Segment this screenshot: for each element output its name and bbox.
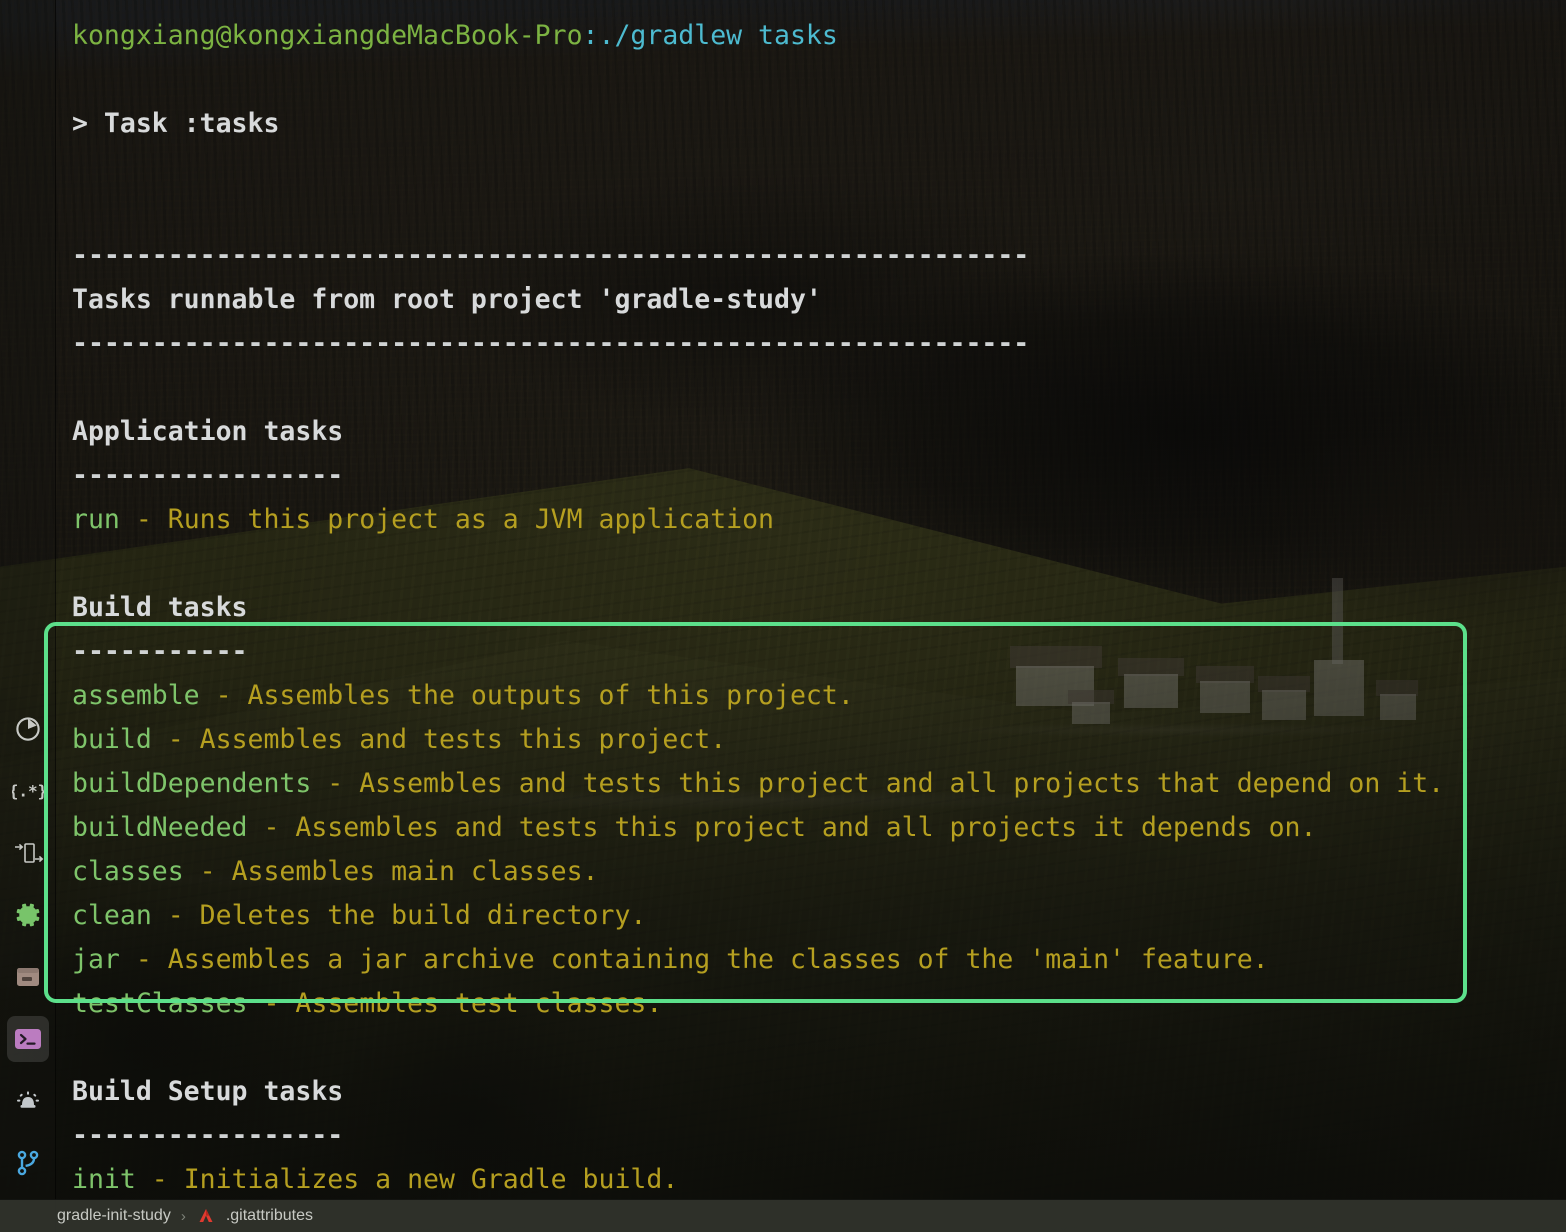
sidebar-item-regex[interactable]: {.*} — [7, 768, 49, 814]
task-name: assemble — [72, 680, 200, 711]
sidebar-item-terminal[interactable] — [6, 1016, 49, 1062]
task-separator: - — [119, 944, 168, 975]
task-separator: - — [311, 768, 360, 799]
task-line[interactable]: run - Runs this project as a JVM applica… — [72, 498, 1566, 542]
task-line[interactable]: buildDependents - Assembles and tests th… — [72, 762, 1566, 806]
section-heading-text: Build tasks — [72, 592, 248, 623]
task-header-line: > Task :tasks — [72, 102, 1566, 146]
task-description: Assembles test classes. — [295, 988, 663, 1019]
package-box-icon — [13, 963, 43, 991]
section-rule-text: ----------- — [72, 636, 248, 667]
sidebar-item-version-control[interactable] — [7, 1140, 49, 1186]
sidebar-item-profiler[interactable] — [7, 706, 49, 752]
idea-module-icon — [196, 1208, 216, 1225]
status-bar: gradle-init-study › .gitattributes — [0, 1199, 1566, 1232]
prompt-line: kongxiang@kongxiangdeMacBook-Pro:./gradl… — [72, 14, 1566, 58]
task-line[interactable]: buildNeeded - Assembles and tests this p… — [72, 806, 1566, 850]
rule-bottom: ----------------------------------------… — [72, 322, 1566, 366]
task-separator: - — [119, 504, 168, 535]
task-name: clean — [72, 900, 152, 931]
task-line[interactable]: build - Assembles and tests this project… — [72, 718, 1566, 762]
task-separator: - — [183, 856, 232, 887]
section-heading: Build Setup tasks — [72, 1070, 1566, 1114]
task-name: testClasses — [72, 988, 248, 1019]
task-line[interactable]: clean - Deletes the build directory. — [72, 894, 1566, 938]
ide-window: {.*} — [0, 0, 1566, 1232]
section-rule: ----------- — [72, 630, 1566, 674]
terminal-output[interactable]: kongxiang@kongxiangdeMacBook-Pro:./gradl… — [57, 0, 1566, 1199]
prompt-user-host: kongxiang@kongxiangdeMacBook-Pro — [72, 20, 583, 51]
task-description: Runs this project as a JVM application — [167, 504, 775, 535]
section-heading: Application tasks — [72, 410, 1566, 454]
task-line[interactable]: assemble - Assembles the outputs of this… — [72, 674, 1566, 718]
task-separator: - — [247, 988, 296, 1019]
tool-window-sidebar: {.*} — [0, 0, 56, 1232]
task-line[interactable]: jar - Assembles a jar archive containing… — [72, 938, 1566, 982]
task-description: Assembles and tests this project and all… — [295, 812, 1317, 843]
section-heading-text: Build Setup tasks — [72, 1076, 344, 1107]
task-name: build — [72, 724, 152, 755]
task-line[interactable]: init - Initializes a new Gradle build. — [72, 1158, 1566, 1199]
rule-top-text: ----------------------------------------… — [72, 240, 1030, 271]
task-name: buildNeeded — [72, 812, 248, 843]
rule-bottom-text: ----------------------------------------… — [72, 328, 1030, 359]
task-name: init — [72, 1164, 136, 1195]
task-separator: - — [151, 900, 200, 931]
profiler-icon — [13, 714, 43, 744]
task-name: classes — [72, 856, 184, 887]
task-description: Deletes the build directory. — [199, 900, 647, 931]
terminal-icon — [13, 1026, 43, 1052]
task-line[interactable]: classes - Assembles main classes. — [72, 850, 1566, 894]
section-rule: ----------------- — [72, 454, 1566, 498]
tasks-title-text: Tasks runnable from root project 'gradle… — [72, 284, 822, 315]
task-line[interactable]: testClasses - Assembles test classes. — [72, 982, 1566, 1026]
section-rule-text: ----------------- — [72, 1120, 344, 1151]
tasks-title-line: Tasks runnable from root project 'gradle… — [72, 278, 1566, 322]
alarm-bell-icon — [13, 1086, 43, 1116]
breadcrumb-file[interactable]: .gitattributes — [226, 1207, 313, 1225]
settings-gear-icon — [13, 900, 43, 930]
section-rule-text: ----------------- — [72, 460, 344, 491]
port-forwarding-icon — [12, 838, 44, 868]
task-name: jar — [72, 944, 120, 975]
regex-brackets-icon: {.*} — [12, 778, 44, 804]
prompt-colon: : — [582, 20, 599, 51]
git-branch-icon — [14, 1148, 42, 1178]
task-separator: - — [151, 724, 200, 755]
section-heading: Build tasks — [72, 586, 1566, 630]
task-description: Assembles and tests this project. — [199, 724, 727, 755]
sidebar-item-package[interactable] — [7, 954, 49, 1000]
task-description: Assembles and tests this project and all… — [359, 768, 1445, 799]
svg-text:{.*}: {.*} — [12, 782, 44, 801]
task-description: Initializes a new Gradle build. — [183, 1164, 679, 1195]
breadcrumb-project[interactable]: gradle-init-study — [57, 1207, 171, 1225]
task-description: Assembles a jar archive containing the c… — [167, 944, 1269, 975]
section-rule: ----------------- — [72, 1114, 1566, 1158]
task-description: Assembles main classes. — [231, 856, 599, 887]
task-name: run — [72, 504, 120, 535]
sidebar-item-settings[interactable] — [7, 892, 49, 938]
prompt-command: ./gradlew tasks — [598, 20, 838, 51]
sidebar-item-port-forwarding[interactable] — [7, 830, 49, 876]
section-heading-text: Application tasks — [72, 416, 344, 447]
task-name: buildDependents — [72, 768, 312, 799]
breadcrumb-separator: › — [180, 1207, 186, 1225]
task-separator: - — [135, 1164, 184, 1195]
sidebar-item-notifications[interactable] — [7, 1078, 49, 1124]
task-separator: - — [247, 812, 296, 843]
task-description: Assembles the outputs of this project. — [247, 680, 854, 711]
task-separator: - — [199, 680, 248, 711]
rule-top: ----------------------------------------… — [72, 234, 1566, 278]
task-header-text: > Task :tasks — [72, 108, 280, 139]
